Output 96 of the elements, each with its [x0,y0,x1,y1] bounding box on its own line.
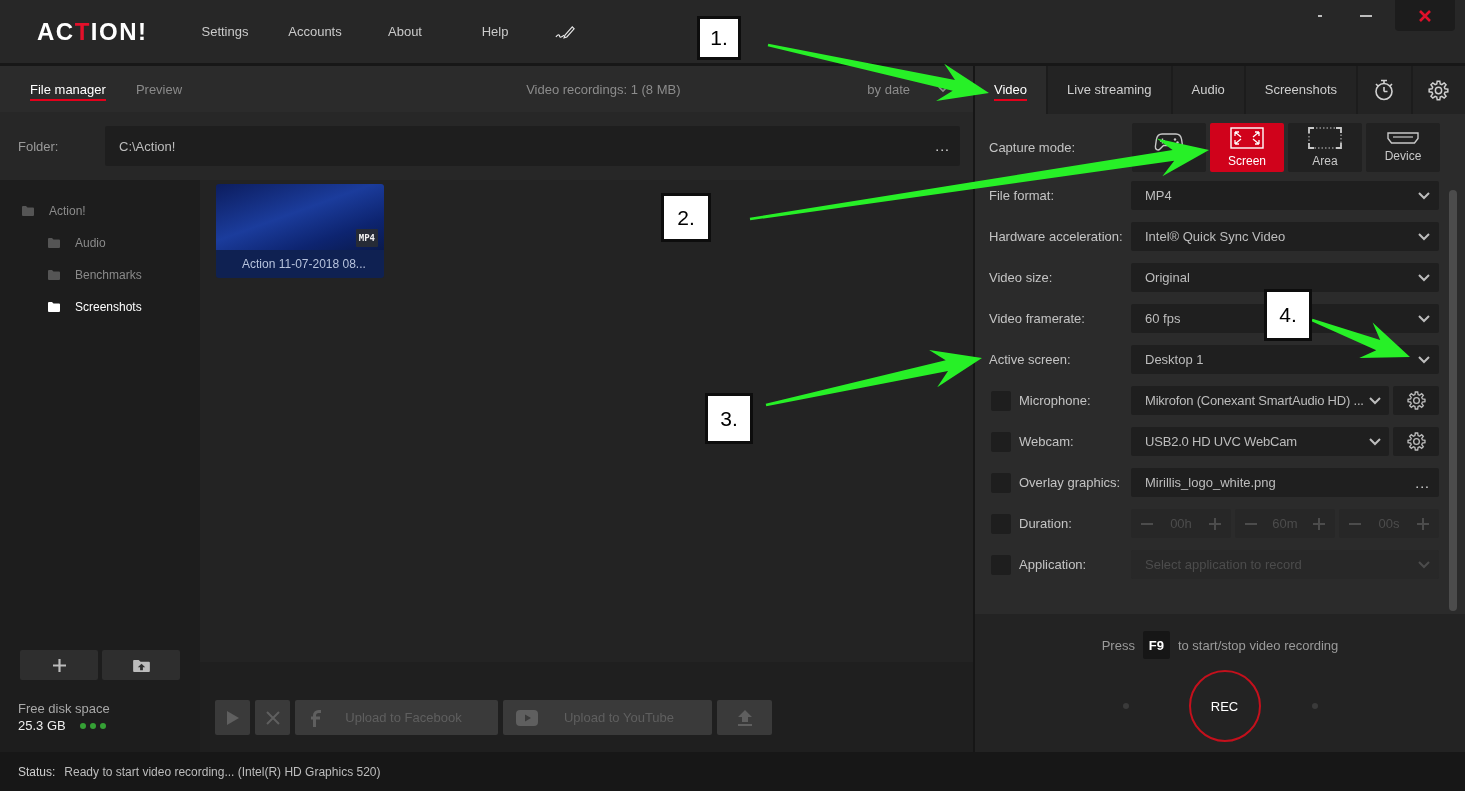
hotkey-text: to start/stop video recording [1177,637,1339,653]
callout-tooltip: 1. [697,16,741,60]
capture-mode-button[interactable]: Screen [1210,122,1284,172]
area-select-icon [1308,126,1342,149]
panel-tab[interactable]: Audio [1172,66,1246,114]
scrollbar-thumb[interactable] [1449,190,1457,611]
close-button[interactable] [1395,0,1455,31]
callout-tooltip: 2. [661,193,711,242]
port-icon [1387,131,1419,144]
recordings-summary: Video recordings: 1 (8 MB) [526,81,681,97]
record-button[interactable]: REC [1188,670,1261,742]
file-name: Action 11-07-2018 08... [216,250,384,278]
setting-label: Active screen: [989,352,1072,367]
minimize-icon[interactable] [1360,14,1372,17]
close-icon [1419,9,1431,22]
menu-item[interactable]: Settings [201,24,249,39]
chevron-down-icon [1418,355,1430,364]
callout-tooltip: 3. [705,393,753,444]
panel-tab[interactable]: Live streaming [1048,66,1173,114]
device-settings-button[interactable] [1393,427,1439,456]
setting-label: Microphone: [1019,393,1092,408]
folder-item[interactable]: Action! [0,195,200,227]
setting-label: Webcam: [1019,434,1075,449]
settings-icon [1428,79,1450,101]
hotkey-text: Press [1101,637,1135,653]
panel-tab[interactable]: Screenshots [1245,66,1359,114]
settings-icon [1406,391,1426,410]
chevron-down-icon [1418,560,1430,569]
status-label: Status: [18,764,56,779]
youtube-icon [516,709,538,726]
dropdown[interactable]: Desktop 1 [1131,345,1439,374]
upload-icon [737,709,752,726]
chevron-down-icon [1418,232,1430,241]
disk-space-value: 25.3 GB [18,717,66,735]
browse-button[interactable]: ... [1415,475,1430,490]
timer-tab[interactable] [1358,66,1413,114]
setting-label: Video framerate: [989,311,1086,326]
setting-label: Overlay graphics: [1019,475,1122,490]
disk-space-label: Free disk space [18,701,111,717]
fullscreen-icon [1230,126,1264,149]
facebook-icon [311,708,321,727]
view-tab[interactable]: Preview [135,77,183,101]
import-button[interactable] [102,650,180,680]
status-dots-icon [79,723,106,729]
settings-icon [1406,432,1426,451]
folder-icon [22,206,34,216]
folder-upload-icon [132,658,150,672]
chevron-down-icon [1369,437,1381,446]
panel-tab[interactable]: Video [975,66,1048,114]
add-folder-button[interactable] [20,650,98,680]
dropdown[interactable]: Mikrofon (Conexant SmartAudio HD) ... [1131,386,1389,415]
video-thumbnail[interactable]: MP4 [216,184,384,250]
setting-label: Duration: [1019,516,1073,531]
capture-mode-button[interactable]: Device [1366,122,1440,172]
setting-label: File format: [989,188,1055,203]
callout-tooltip: 4. [1264,289,1312,341]
view-tab[interactable]: File manager [30,77,106,101]
folder-item[interactable]: Benchmarks [26,259,200,291]
dash-icon[interactable] [1318,14,1322,17]
file-field[interactable]: Mirillis_logo_white.png ... [1131,468,1439,497]
close-icon [265,710,280,725]
chevron-down-icon [1418,273,1430,282]
folder-label: Folder: [18,138,60,154]
chevron-down-icon [1369,396,1381,405]
menu-item[interactable]: Accounts [288,24,342,39]
folder-item[interactable]: Screenshots [26,291,200,323]
app-logo: ACTION! [37,17,148,46]
setting-label: Capture mode: [989,139,1076,155]
play-icon [226,710,239,725]
hotkey-key: F9 [1142,631,1170,659]
dropdown[interactable]: Original [1131,263,1439,292]
setting-label: Application: [1019,557,1088,572]
folder-path-field[interactable]: C:\Action! ... [105,126,960,166]
status-text: Ready to start video recording... (Intel(R) HD Graphics 520) [64,764,381,779]
dropdown[interactable]: Intel® Quick Sync Video [1131,222,1439,251]
format-tag: MP4 [355,229,378,247]
dropdown[interactable]: MP4 [1131,181,1439,210]
settings-tab[interactable] [1412,66,1465,114]
device-settings-button[interactable] [1393,386,1439,415]
pen-icon[interactable] [555,24,575,39]
folder-item[interactable]: Audio [26,227,200,259]
plus-icon [52,658,66,672]
capture-mode-button[interactable]: Area [1288,122,1362,172]
sort-dropdown[interactable]: by date [867,81,910,97]
folder-icon [48,270,60,280]
menu-item[interactable]: About [388,24,422,39]
setting-label: Hardware acceleration: [989,229,1124,244]
stopwatch-icon [1373,79,1396,101]
folder-icon [48,302,60,312]
dropdown[interactable]: USB2.0 HD UVC WebCam [1131,427,1389,456]
menu-item[interactable]: Help [481,24,509,39]
browse-button[interactable]: ... [935,139,950,153]
setting-label: Video size: [989,270,1054,285]
chevron-down-icon [1418,314,1430,323]
chevron-down-icon [1418,191,1430,200]
folder-icon [48,238,60,248]
